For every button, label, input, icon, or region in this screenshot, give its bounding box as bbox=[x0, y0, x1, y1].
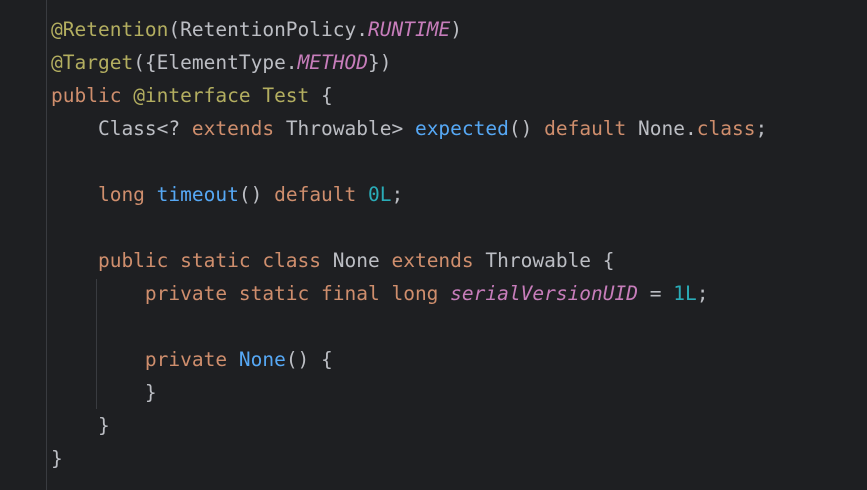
code-token-plain: () bbox=[508, 117, 545, 140]
code-token-method-decl: timeout bbox=[156, 183, 239, 206]
code-line[interactable]: public static class None extends Throwab… bbox=[51, 246, 615, 276]
code-token-keyword: class bbox=[696, 117, 756, 140]
code-token-plain: (RetentionPolicy. bbox=[168, 18, 368, 41]
code-token-plain: ; bbox=[755, 117, 768, 140]
code-token-constant: RUNTIME bbox=[368, 18, 451, 41]
code-token-constant: METHOD bbox=[297, 51, 369, 74]
code-token-keyword: public bbox=[51, 84, 134, 107]
code-token-plain: { bbox=[309, 84, 333, 107]
code-token-plain: ; bbox=[696, 282, 709, 305]
code-line[interactable]: long timeout() default 0L; bbox=[51, 180, 403, 210]
code-token-plain: = bbox=[638, 282, 674, 305]
code-token-plain: Throwable> bbox=[285, 117, 415, 140]
code-token-method-decl: expected bbox=[414, 117, 509, 140]
code-token-plain: Throwable { bbox=[485, 249, 615, 272]
code-token-annotation: @Target bbox=[51, 51, 134, 74]
code-line[interactable]: @Retention(RetentionPolicy.RUNTIME) bbox=[51, 15, 462, 45]
code-line[interactable]: private None() { bbox=[51, 345, 333, 375]
code-line[interactable]: } bbox=[51, 411, 110, 441]
code-token-keyword: extends bbox=[391, 249, 486, 272]
gutter-divider bbox=[46, 0, 47, 490]
code-token-keyword: private bbox=[51, 348, 239, 371]
code-token-plain: () bbox=[238, 183, 275, 206]
code-token-plain: Class<? bbox=[51, 117, 192, 140]
code-token-number: 1L bbox=[673, 282, 697, 305]
code-token-keyword: public static class bbox=[51, 249, 333, 272]
code-token-number: 0L bbox=[368, 183, 392, 206]
code-token-plain: } bbox=[51, 381, 157, 404]
code-token-plain: ({ElementType. bbox=[133, 51, 298, 74]
code-token-plain: } bbox=[51, 414, 110, 437]
code-token-plain: } bbox=[51, 447, 63, 470]
code-token-plain: }) bbox=[368, 51, 392, 74]
code-token-annotation: @Retention bbox=[51, 18, 169, 41]
code-line[interactable]: Class<? extends Throwable> expected() de… bbox=[51, 114, 767, 144]
code-token-annotation: @interface Test bbox=[133, 84, 310, 107]
code-token-method-decl: None bbox=[238, 348, 286, 371]
code-token-keyword: long bbox=[51, 183, 157, 206]
code-token-plain: None. bbox=[638, 117, 697, 140]
code-line[interactable]: private static final long serialVersionU… bbox=[51, 279, 709, 309]
code-line[interactable]: public @interface Test { bbox=[51, 81, 333, 111]
code-line[interactable]: @Target({ElementType.METHOD}) bbox=[51, 48, 392, 78]
code-token-keyword: private static final long bbox=[51, 282, 451, 305]
code-token-keyword: default bbox=[274, 183, 369, 206]
code-token-plain: None bbox=[332, 249, 392, 272]
code-token-plain: ; bbox=[391, 183, 404, 206]
code-editor[interactable]: @Retention(RetentionPolicy.RUNTIME) @Targ… bbox=[0, 0, 867, 490]
code-line[interactable]: } bbox=[51, 444, 63, 474]
code-token-keyword: default bbox=[544, 117, 639, 140]
code-line[interactable]: } bbox=[51, 378, 157, 408]
code-token-keyword: extends bbox=[191, 117, 286, 140]
code-token-plain: ) bbox=[450, 18, 462, 41]
code-token-plain: () { bbox=[285, 348, 333, 371]
code-token-constant: serialVersionUID bbox=[450, 282, 639, 305]
